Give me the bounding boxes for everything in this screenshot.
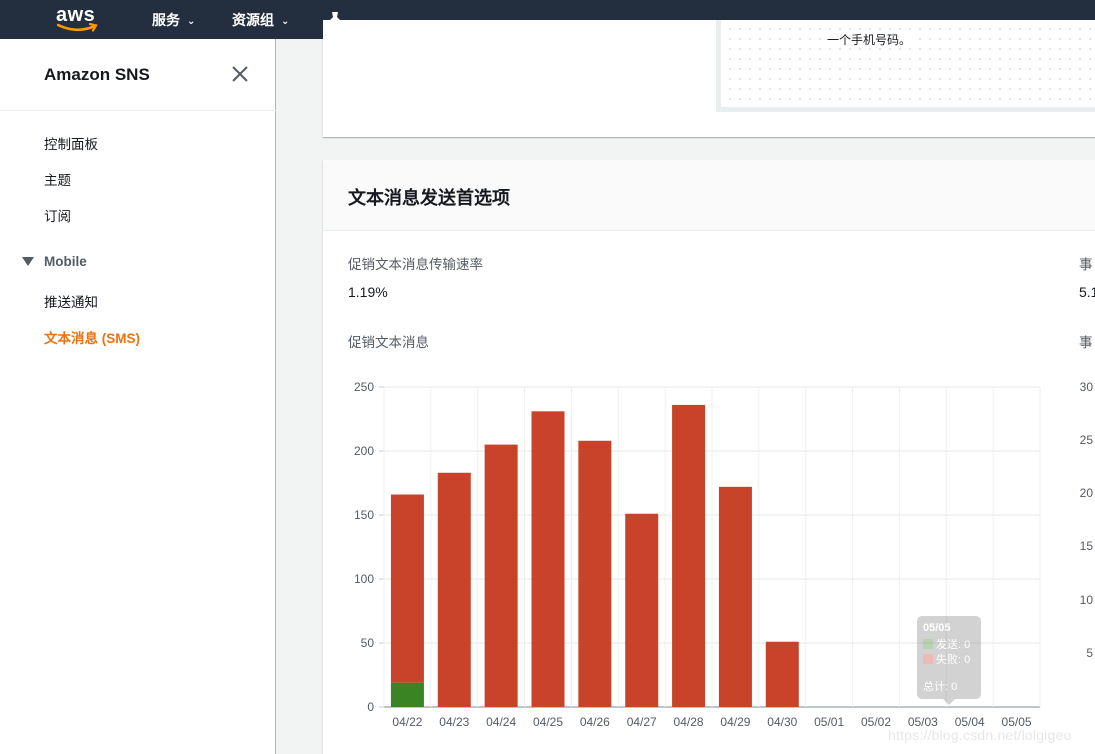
bar-failed (718, 486, 752, 707)
sms-preferences-panel: 文本消息发送首选项 促销文本消息传输速率 1.19% 促销文本消息 事 5.1 … (323, 160, 1095, 754)
y-tick-label: 250 (354, 380, 374, 394)
right-chart-y-tick: 5 (1086, 646, 1093, 660)
caret-down-icon (22, 257, 34, 266)
sidebar-item-sms[interactable]: 文本消息 (SMS) (44, 327, 140, 347)
bar-failed (531, 411, 565, 707)
resource-groups-label: 资源组 (232, 12, 274, 28)
info-box: 一个手机号码。 (716, 20, 1095, 112)
right-chart-y-tick: 20 (1080, 486, 1094, 500)
sidebar-section-mobile[interactable]: Mobile (22, 254, 87, 269)
sidebar-item-subscriptions[interactable]: 订阅 (44, 205, 71, 225)
bar-sent (390, 682, 424, 707)
x-tick-label: 05/01 (814, 715, 844, 729)
sidebar-divider (0, 110, 276, 111)
close-icon[interactable] (230, 64, 250, 84)
x-tick-label: 04/25 (533, 715, 563, 729)
top-panel: 一个手机号码。 (323, 20, 1095, 137)
aws-smile-icon (57, 23, 98, 32)
tooltip-failed: 失败: 0 (936, 652, 970, 666)
x-tick-label: 04/27 (627, 715, 657, 729)
bar-failed (625, 513, 659, 707)
info-text: 一个手机号码。 (827, 31, 912, 48)
services-menu[interactable]: 服务 ⌄ (152, 10, 195, 30)
bar-failed (437, 472, 471, 707)
bar-failed (765, 641, 799, 707)
x-tick-label: 05/02 (861, 715, 891, 729)
x-tick-label: 04/22 (392, 715, 422, 729)
x-tick-label: 04/26 (580, 715, 610, 729)
sidebar-item-push-notifications[interactable]: 推送通知 (44, 291, 98, 311)
promotional-sms-chart: 0 50 100 150 200 250 04/22 04/23 04/24 04/25 04/26… (354, 380, 1094, 729)
right-chart-y-tick: 25 (1080, 433, 1094, 447)
right-chart-y-tick: 10 (1080, 593, 1094, 607)
x-tick-label: 04/30 (767, 715, 797, 729)
bar-failed (672, 404, 706, 707)
sidebar: Amazon SNS 控制面板 主题 订阅 Mobile 推送通知 文本消息 (… (0, 39, 276, 754)
tooltip-sent-swatch (923, 639, 933, 649)
y-tick-label: 0 (367, 700, 374, 714)
y-tick-label: 150 (354, 508, 374, 522)
tooltip-failed-swatch (923, 654, 933, 664)
sidebar-section-label: Mobile (44, 254, 87, 269)
bar-failed (484, 444, 518, 707)
x-tick-label: 04/29 (720, 715, 750, 729)
bar-failed (390, 494, 424, 683)
y-tick-label: 100 (354, 572, 374, 586)
sidebar-item-topics[interactable]: 主题 (44, 169, 71, 189)
x-tick-label: 04/23 (439, 715, 469, 729)
x-tick-label: 04/28 (674, 715, 704, 729)
sidebar-title: Amazon SNS (44, 65, 150, 84)
bar-failed (578, 440, 612, 707)
services-label: 服务 (152, 12, 180, 28)
right-chart-y-tick: 15 (1080, 539, 1094, 553)
sidebar-item-dashboard[interactable]: 控制面板 (44, 133, 98, 153)
y-tick-label: 200 (354, 444, 374, 458)
watermark-text: https://blog.csdn.net/lolgigeo (888, 727, 1072, 743)
tooltip-date: 05/05 (923, 622, 951, 634)
aws-logo[interactable]: aws (56, 3, 100, 35)
right-chart-y-tick: 30 (1080, 380, 1094, 394)
chart-tooltip: 05/05 发送: 0失败: 0 总计: 0 (917, 616, 981, 705)
resource-groups-menu[interactable]: 资源组 ⌄ (232, 10, 289, 30)
tooltip-total: 总计: 0 (923, 679, 957, 693)
chevron-down-icon: ⌄ (281, 16, 290, 27)
tooltip-sent: 发送: 0 (936, 637, 970, 651)
tooltip-pointer (943, 699, 955, 705)
chevron-down-icon: ⌄ (187, 16, 196, 27)
y-tick-label: 50 (361, 636, 375, 650)
x-tick-label: 04/24 (486, 715, 516, 729)
